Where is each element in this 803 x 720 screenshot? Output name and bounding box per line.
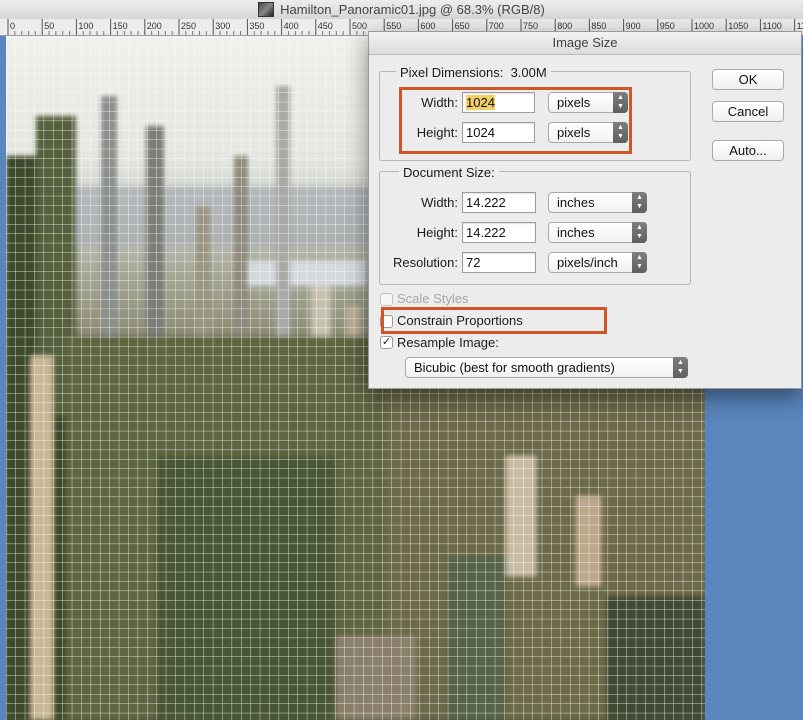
constrain-proportions-highlight	[381, 307, 607, 334]
scale-styles-checkbox[interactable]	[380, 293, 393, 306]
ruler-label: 850	[591, 21, 606, 31]
doc-width-label: Width:	[421, 195, 458, 210]
doc-height-unit-select[interactable]: inches ▲ ▼	[548, 222, 647, 243]
ruler-label: 100	[78, 21, 93, 31]
ruler-label: 150	[113, 21, 128, 31]
ok-button[interactable]: OK	[712, 69, 784, 90]
ruler-label: 900	[626, 21, 641, 31]
resample-image-label[interactable]: Resample Image:	[397, 335, 499, 350]
doc-width-field[interactable]: 14.222	[462, 192, 536, 213]
doc-height-label: Height:	[416, 225, 458, 240]
resample-method-select[interactable]: Bicubic (best for smooth gradients) ▲ ▼	[405, 357, 688, 378]
ruler-label: 550	[386, 21, 401, 31]
ruler-label: 800	[557, 21, 572, 31]
resolution-unit-select[interactable]: pixels/inch ▲ ▼	[548, 252, 647, 273]
cancel-button[interactable]: Cancel	[712, 101, 784, 122]
ruler-label: 650	[455, 21, 470, 31]
ruler-label: 50	[44, 21, 54, 31]
ruler-label: 350	[249, 21, 264, 31]
document-size-label: Document Size:	[399, 165, 499, 180]
select-stepper-icon: ▲ ▼	[632, 192, 647, 213]
scale-styles-label: Scale Styles	[397, 291, 469, 306]
pixel-dimensions-highlight	[399, 87, 632, 154]
ruler-label: 500	[352, 21, 367, 31]
window-title: Hamilton_Panoramic01.jpg @ 68.3% (RGB/8)	[280, 2, 545, 17]
doc-height-field[interactable]: 14.222	[462, 222, 536, 243]
image-size-dialog: Image Size Pixel Dimensions: 3.00M Width…	[368, 31, 802, 389]
ruler-label: 1100	[762, 21, 781, 31]
ruler-label: 0	[10, 21, 15, 31]
ruler-label: 1150	[797, 21, 803, 31]
select-stepper-icon: ▲ ▼	[673, 357, 688, 378]
ruler-label: 750	[523, 21, 538, 31]
ruler-label: 400	[284, 21, 299, 31]
ruler-label: 200	[147, 21, 162, 31]
ruler-label: 700	[489, 21, 504, 31]
ruler-label: 600	[420, 21, 435, 31]
pixel-dimensions-size: 3.00M	[510, 65, 547, 80]
resolution-field[interactable]: 72	[462, 252, 536, 273]
ruler-label: 1000	[694, 21, 714, 31]
ruler-label: 250	[181, 21, 196, 31]
document-thumbnail-icon	[258, 2, 275, 17]
pixel-dimensions-label: Pixel Dimensions: 3.00M	[396, 65, 551, 80]
ruler-label: 950	[660, 21, 675, 31]
select-stepper-icon: ▲ ▼	[632, 222, 647, 243]
select-stepper-icon: ▲ ▼	[632, 252, 647, 273]
resolution-label: Resolution:	[392, 255, 458, 270]
resample-image-checkbox[interactable]: ✓	[380, 336, 393, 349]
window-titlebar[interactable]: Hamilton_Panoramic01.jpg @ 68.3% (RGB/8)	[0, 0, 803, 20]
ruler-label: 300	[215, 21, 230, 31]
ruler-label: 1050	[728, 21, 748, 31]
ruler-label: 450	[318, 21, 333, 31]
doc-width-unit-select[interactable]: inches ▲ ▼	[548, 192, 647, 213]
auto-button[interactable]: Auto...	[712, 140, 784, 161]
dialog-title: Image Size	[369, 32, 801, 55]
